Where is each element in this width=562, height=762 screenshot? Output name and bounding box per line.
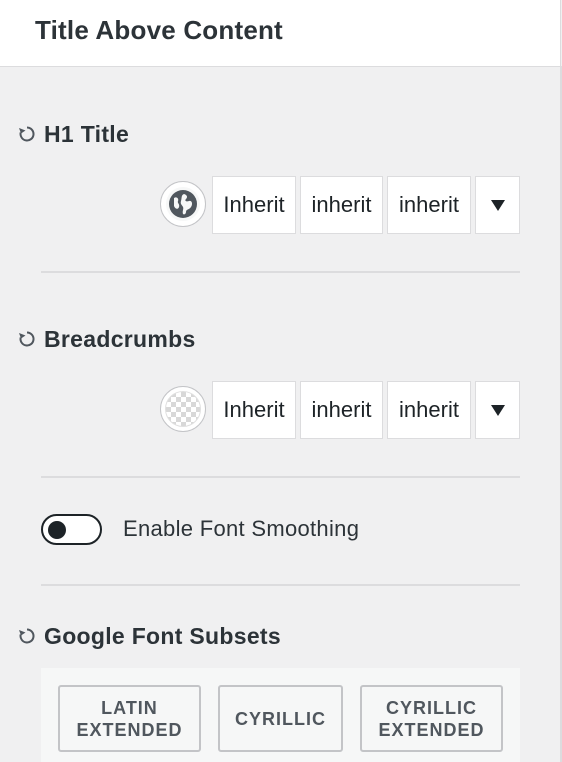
divider <box>41 271 520 273</box>
line-height-input[interactable]: inherit <box>387 381 471 439</box>
section-title-subsets: Google Font Subsets <box>17 621 281 651</box>
reset-icon[interactable] <box>17 329 37 349</box>
section-label-breadcrumbs: Breadcrumbs <box>44 325 196 352</box>
triangle-down-icon <box>490 199 505 211</box>
toggle-knob <box>48 520 66 539</box>
typography-dropdown-button[interactable] <box>475 381 520 439</box>
panel-title: Title Above Content <box>35 15 283 45</box>
subset-cyrillic-button[interactable]: CYRILLIC <box>218 685 343 752</box>
subset-latin-extended-button[interactable]: LATIN EXTENDED <box>58 685 201 752</box>
reset-icon[interactable] <box>17 626 37 646</box>
font-size-input[interactable]: inherit <box>300 176 383 234</box>
subset-cyrillic-extended-button[interactable]: CYRILLIC EXTENDED <box>360 685 503 752</box>
globe-icon <box>166 187 200 221</box>
panel-header: Title Above Content <box>0 0 561 67</box>
divider <box>41 584 520 586</box>
font-family-input[interactable]: Inherit <box>212 381 296 439</box>
divider <box>41 476 520 478</box>
subset-options: LATIN EXTENDED CYRILLIC CYRILLIC EXTENDE… <box>41 668 520 762</box>
section-title-breadcrumbs: Breadcrumbs <box>17 324 196 354</box>
font-size-input[interactable]: inherit <box>300 381 383 439</box>
section-title-h1: H1 Title <box>17 119 129 149</box>
reset-icon[interactable] <box>17 124 37 144</box>
triangle-down-icon <box>490 404 505 416</box>
color-picker-button[interactable] <box>160 181 206 227</box>
font-family-input[interactable]: Inherit <box>212 176 296 234</box>
section-label-h1: H1 Title <box>44 120 130 147</box>
checkerboard-icon <box>165 391 201 427</box>
color-picker-button[interactable] <box>160 386 206 432</box>
font-smoothing-toggle[interactable] <box>41 513 102 545</box>
line-height-input[interactable]: inherit <box>387 176 471 234</box>
font-smoothing-label: Enable Font Smoothing <box>123 516 360 541</box>
section-label-subsets: Google Font Subsets <box>44 622 281 649</box>
typography-dropdown-button[interactable] <box>475 176 520 234</box>
font-smoothing-row: Enable Font Smoothing <box>41 512 359 546</box>
